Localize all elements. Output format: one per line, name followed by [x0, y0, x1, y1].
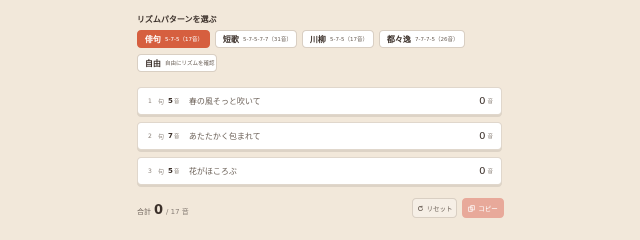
pattern-name: 都々逸: [387, 34, 411, 44]
reset-label: リセット: [426, 205, 453, 213]
reset-icon: [417, 205, 424, 212]
line-target-unit: 音: [173, 99, 180, 105]
line-target-count: 5: [168, 97, 173, 105]
pattern-button-haiku[interactable]: 俳句 5-7-5（17音）: [137, 30, 210, 48]
line-ku-label: 句: [158, 98, 165, 106]
pattern-button-tanka[interactable]: 短歌 5-7-5-7-7（31音）: [215, 30, 297, 48]
line-text-input[interactable]: 春の風そっと吹いて: [189, 96, 479, 107]
line-number: 3: [148, 167, 152, 175]
pattern-desc: 自由にリズムを確認: [165, 61, 215, 67]
line-count-unit: 音: [487, 169, 493, 175]
line-ku-label: 句: [158, 168, 165, 176]
line-text-input[interactable]: あたたかく包まれて: [189, 131, 479, 142]
line-target-unit: 音: [173, 134, 180, 140]
pattern-button-senryu[interactable]: 川柳 5-7-5（17音）: [302, 30, 374, 48]
line-target-unit: 音: [173, 169, 180, 175]
total-counter: 合計 0 / 17 音: [137, 203, 189, 218]
section-title: リズムパターンを選ぶ: [137, 15, 217, 24]
total-label: 合計: [137, 208, 151, 216]
line-text-input[interactable]: 花がほころぶ: [189, 166, 479, 177]
pattern-button-dodoitsu[interactable]: 都々逸 7-7-7-5（26音）: [379, 30, 465, 48]
line-target-count: 5: [168, 167, 173, 175]
pattern-name: 俳句: [145, 34, 161, 44]
line-number: 1: [148, 97, 152, 105]
line-syllable-count: 0: [479, 165, 486, 177]
pattern-button-free[interactable]: 自由 自由にリズムを確認: [137, 54, 217, 72]
reset-button[interactable]: リセット: [412, 198, 457, 218]
pattern-desc: 5-7-5（17音）: [165, 37, 203, 43]
total-value: 0: [154, 203, 164, 218]
line-syllable-count: 0: [479, 130, 486, 142]
line-syllable-count: 0: [479, 95, 486, 107]
line-row-2[interactable]: 2 句 7 音 あたたかく包まれて 0 音: [137, 122, 502, 150]
line-target-count: 7: [168, 132, 173, 140]
pattern-desc: 7-7-7-5（26音）: [415, 37, 459, 43]
pattern-name: 川柳: [310, 34, 326, 44]
pattern-desc: 5-7-5（17音）: [330, 37, 368, 43]
total-max: / 17 音: [166, 208, 189, 216]
copy-label: コピー: [478, 205, 498, 213]
copy-button[interactable]: コピー: [462, 198, 504, 218]
copy-icon: [468, 204, 475, 212]
pattern-desc: 5-7-5-7-7（31音）: [243, 37, 292, 43]
line-row-3[interactable]: 3 句 5 音 花がほころぶ 0 音: [137, 157, 502, 185]
line-count-unit: 音: [487, 99, 493, 105]
line-count-unit: 音: [487, 134, 493, 140]
pattern-name: 短歌: [223, 34, 239, 44]
pattern-name: 自由: [145, 58, 161, 68]
line-row-1[interactable]: 1 句 5 音 春の風そっと吹いて 0 音: [137, 87, 502, 115]
line-number: 2: [148, 132, 152, 140]
line-ku-label: 句: [158, 133, 165, 141]
